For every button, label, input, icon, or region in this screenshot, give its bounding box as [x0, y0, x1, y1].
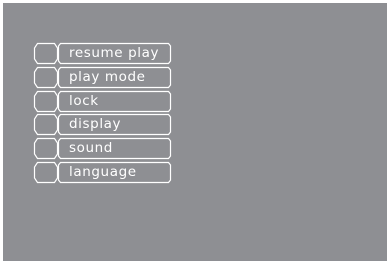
menu-item-label: lock — [69, 92, 99, 109]
menu-item-language[interactable]: language — [32, 161, 172, 184]
menu-item-play-mode[interactable]: play mode — [32, 66, 172, 88]
menu-item-label: display — [69, 116, 122, 133]
settings-menu: resume play play mode lock display sound… — [32, 42, 172, 186]
menu-item-sound[interactable]: sound — [32, 138, 172, 160]
menu-item-label: language — [69, 163, 137, 180]
menu-item-label: sound — [69, 140, 113, 157]
menu-item-label: play mode — [69, 68, 146, 85]
menu-item-lock[interactable]: lock — [32, 90, 172, 112]
device-screen: resume play play mode lock display sound… — [3, 3, 387, 261]
menu-item-frame — [33, 90, 172, 112]
menu-item-label: resume play — [69, 45, 160, 61]
menu-item-display[interactable]: display — [32, 114, 172, 136]
menu-item-resume-play[interactable]: resume play — [32, 42, 172, 65]
